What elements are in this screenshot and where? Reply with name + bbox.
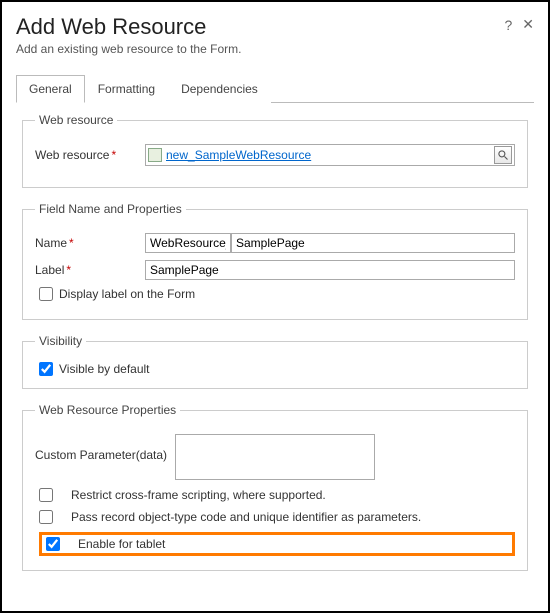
webresource-label-text: Web resource — [35, 148, 109, 162]
fieldname-group: Field Name and Properties Name* Label* D… — [22, 202, 528, 320]
visibility-group: Visibility Visible by default — [22, 334, 528, 389]
name-prefix-input — [145, 233, 231, 253]
pass-params-text: Pass record object-type code and unique … — [71, 510, 421, 524]
tab-general[interactable]: General — [16, 75, 85, 103]
webresource-group: Web resource Web resource* new_SampleWeb… — [22, 113, 528, 188]
enable-tablet-text: Enable for tablet — [78, 537, 165, 551]
label-input[interactable] — [145, 260, 515, 280]
custom-param-label: Custom Parameter(data) — [35, 434, 175, 462]
name-label-text: Name — [35, 236, 67, 250]
custom-param-textarea[interactable] — [175, 434, 375, 480]
visibility-legend: Visibility — [35, 334, 86, 348]
required-marker: * — [66, 263, 71, 277]
header-text: Add Web Resource Add an existing web res… — [16, 10, 241, 74]
display-label-checkbox[interactable] — [39, 287, 53, 301]
required-marker: * — [69, 236, 74, 250]
label-label: Label* — [35, 263, 145, 277]
enable-tablet-checkbox[interactable] — [46, 537, 60, 551]
help-icon[interactable]: ? — [504, 17, 512, 33]
tab-dependencies[interactable]: Dependencies — [168, 75, 271, 103]
enable-tablet-row: Enable for tablet — [39, 532, 515, 556]
pass-params-checkbox[interactable] — [39, 510, 53, 524]
add-webresource-dialog: Add Web Resource Add an existing web res… — [2, 2, 548, 599]
visible-default-text: Visible by default — [59, 362, 150, 376]
search-icon — [497, 149, 509, 161]
webresource-label: Web resource* — [35, 148, 145, 162]
webresource-legend: Web resource — [35, 113, 117, 127]
webresource-type-icon — [148, 148, 162, 162]
webresource-lookup[interactable]: new_SampleWebResource — [145, 144, 515, 166]
fieldname-legend: Field Name and Properties — [35, 202, 186, 216]
close-icon[interactable]: ✕ — [522, 16, 534, 33]
name-value-input[interactable] — [231, 233, 515, 253]
dialog-subtitle: Add an existing web resource to the Form… — [16, 42, 241, 56]
lookup-button[interactable] — [494, 146, 512, 164]
wrprops-group: Web Resource Properties Custom Parameter… — [22, 403, 528, 571]
required-marker: * — [111, 148, 116, 162]
webresource-value[interactable]: new_SampleWebResource — [166, 148, 494, 162]
restrict-xframe-text: Restrict cross-frame scripting, where su… — [71, 488, 326, 502]
restrict-xframe-checkbox[interactable] — [39, 488, 53, 502]
tab-formatting[interactable]: Formatting — [85, 75, 168, 103]
name-label: Name* — [35, 236, 145, 250]
visible-default-checkbox[interactable] — [39, 362, 53, 376]
tab-bar: General Formatting Dependencies — [16, 74, 534, 103]
display-label-text: Display label on the Form — [59, 287, 195, 301]
label-label-text: Label — [35, 263, 64, 277]
dialog-title: Add Web Resource — [16, 14, 241, 40]
wrprops-legend: Web Resource Properties — [35, 403, 180, 417]
dialog-header: Add Web Resource Add an existing web res… — [16, 10, 534, 74]
